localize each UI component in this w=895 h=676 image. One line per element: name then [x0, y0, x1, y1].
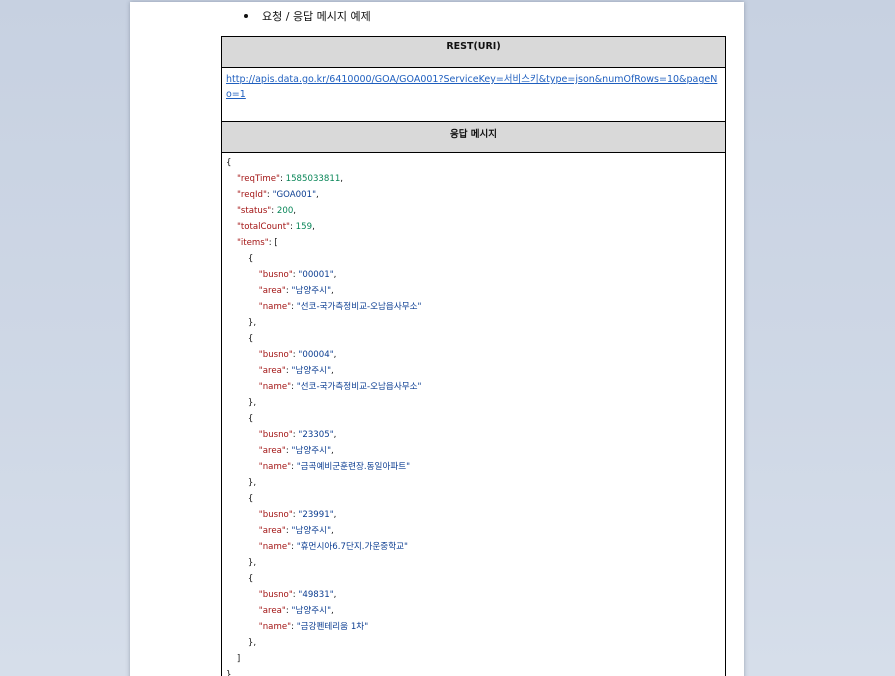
- json-item-name: "name": "선코-국가측정비교-오남읍사무소": [258, 302, 422, 312]
- json-item-area: "area": "남양주시",: [258, 286, 334, 296]
- request-response-table: REST(URI) http://apis.data.go.kr/6410000…: [221, 36, 726, 676]
- response-header: 응답 메시지: [449, 129, 497, 140]
- request-header-cell: REST(URI): [221, 36, 726, 68]
- bullet-item: 요청 / 응답 메시지 예제: [244, 8, 371, 24]
- json-item-name: "name": "금강펜테리움 1차": [258, 622, 369, 632]
- json-item-busno: "busno": "23305",: [258, 430, 337, 440]
- json-items-list: { "busno": "00001", "area": "남양주시", "nam…: [226, 251, 721, 651]
- json-item-busno: "busno": "49831",: [258, 590, 337, 600]
- json-item: { "busno": "23305", "area": "남양주시", "nam…: [226, 411, 721, 491]
- json-item-area: "area": "남양주시",: [258, 526, 334, 536]
- response-body-cell: { "reqTime": 1585033811, "reqId": "GOA00…: [221, 152, 726, 676]
- json-line-reqid: "reqId": "GOA001",: [236, 190, 319, 200]
- json-item-open: {: [226, 334, 254, 344]
- request-header: REST(URI): [446, 41, 501, 52]
- json-item-close: },: [226, 558, 257, 568]
- json-item-open: {: [226, 494, 254, 504]
- json-item-open: {: [226, 574, 254, 584]
- json-item: { "busno": "00004", "area": "남양주시", "nam…: [226, 331, 721, 411]
- json-item-name: "name": "휴먼시아6.7단지.가운중학교": [258, 542, 408, 552]
- request-url-link[interactable]: http://apis.data.go.kr/6410000/GOA/GOA00…: [226, 74, 717, 100]
- json-item-close: },: [226, 478, 257, 488]
- bullet-text: 요청 / 응답 메시지 예제: [262, 10, 371, 23]
- response-header-cell: 응답 메시지: [221, 121, 726, 153]
- json-item-close: },: [226, 638, 257, 648]
- json-close-bracket: ]: [226, 654, 241, 664]
- bullet-dot-icon: [244, 14, 248, 18]
- json-item-close: },: [226, 398, 257, 408]
- json-item-area: "area": "남양주시",: [258, 366, 334, 376]
- json-line-reqtime: "reqTime": 1585033811,: [236, 174, 344, 184]
- json-line-totalcount: "totalCount": 159,: [236, 222, 315, 232]
- json-item-open: {: [226, 254, 254, 264]
- json-item: { "busno": "23991", "area": "남양주시", "nam…: [226, 491, 721, 571]
- request-url-cell: http://apis.data.go.kr/6410000/GOA/GOA00…: [221, 67, 726, 122]
- json-item: { "busno": "00001", "area": "남양주시", "nam…: [226, 251, 721, 331]
- json-close-brace: }: [226, 670, 232, 676]
- json-item-close: },: [226, 318, 257, 328]
- json-item-busno: "busno": "00001",: [258, 270, 337, 280]
- document-page: 요청 / 응답 메시지 예제 REST(URI) http://apis.dat…: [130, 2, 744, 676]
- json-item: { "busno": "49831", "area": "남양주시", "nam…: [226, 571, 721, 651]
- json-item-open: {: [226, 414, 254, 424]
- json-line-items: "items": [: [236, 238, 278, 248]
- json-open-brace: {: [226, 158, 232, 168]
- json-item-busno: "busno": "00004",: [258, 350, 337, 360]
- json-item-busno: "busno": "23991",: [258, 510, 337, 520]
- json-item-name: "name": "금곡예비군훈련장.동일아파트": [258, 462, 411, 472]
- json-line-status: "status": 200,: [236, 206, 297, 216]
- json-item-name: "name": "선코-국가측정비교-오남읍사무소": [258, 382, 422, 392]
- json-item-area: "area": "남양주시",: [258, 606, 334, 616]
- json-item-area: "area": "남양주시",: [258, 446, 334, 456]
